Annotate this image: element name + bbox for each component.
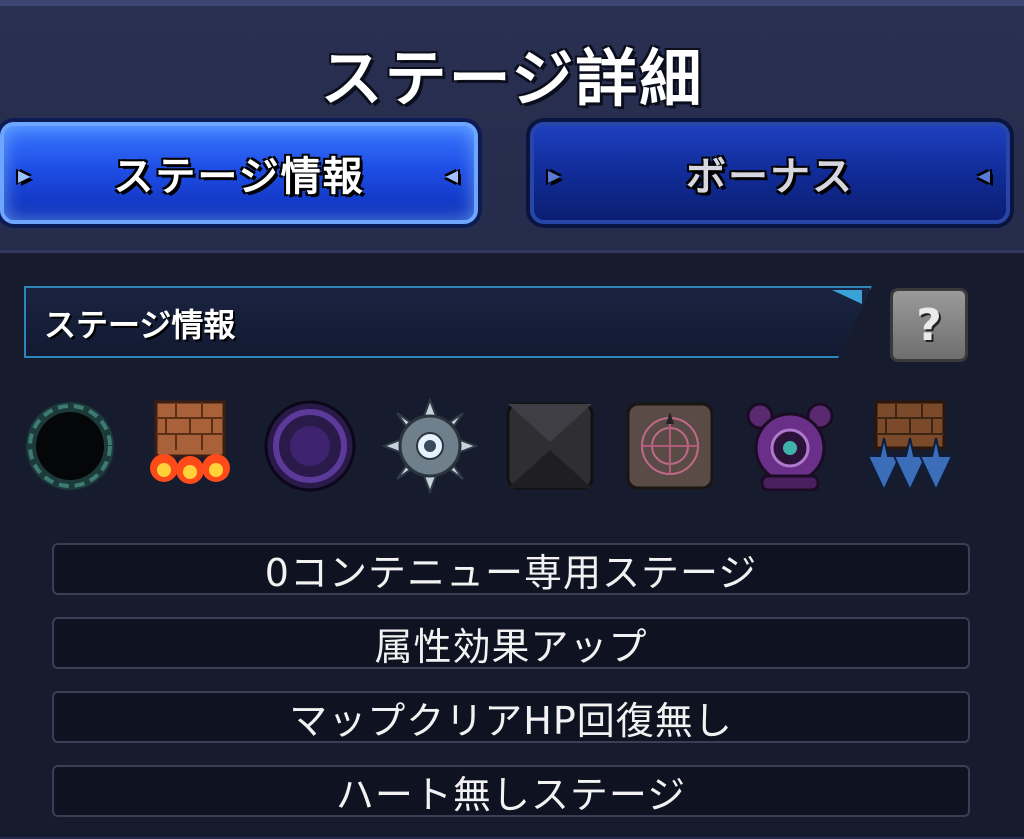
rule-row-no-heart: ハート無しステージ xyxy=(52,765,970,817)
header-corner-accent xyxy=(832,290,862,304)
magic-circle-panel-icon[interactable] xyxy=(622,398,718,494)
warp-vortex-icon[interactable] xyxy=(262,398,358,494)
tab-left-marker-icon: ▶ xyxy=(548,166,563,185)
rule-row-no-continue: 0コンテニュー専用ステージ xyxy=(52,543,970,595)
black-hole-icon[interactable] xyxy=(22,398,118,494)
tab-label: ボーナス xyxy=(686,154,854,200)
tab-left-marker-icon: ▶ xyxy=(18,166,33,185)
spiked-mine-icon[interactable] xyxy=(382,398,478,494)
stage-rule-list: 0コンテニュー専用ステージ 属性効果アップ マップクリアHP回復無し ハート無し… xyxy=(52,543,970,839)
damage-wall-down-arrows-icon[interactable] xyxy=(862,398,958,494)
tab-right-marker-icon: ◀ xyxy=(977,166,992,185)
rule-row-no-hp-recovery: マップクリアHP回復無し xyxy=(52,691,970,743)
gimmick-icon-row xyxy=(22,398,972,498)
shield-generator-icon[interactable] xyxy=(742,398,838,494)
question-mark-icon: ? xyxy=(916,299,942,351)
section-header-label: ステージ情報 xyxy=(44,306,236,344)
tab-bonus[interactable]: ▶ ボーナス ◀ xyxy=(530,122,1010,224)
tab-label: ステージ情報 xyxy=(113,154,365,200)
dark-block-icon[interactable] xyxy=(502,398,598,494)
tab-stage-info[interactable]: ▶ ステージ情報 ◀ xyxy=(0,122,478,224)
tab-right-marker-icon: ◀ xyxy=(445,166,460,185)
damage-wall-fire-icon[interactable] xyxy=(142,398,238,494)
help-button[interactable]: ? xyxy=(890,288,968,362)
page-title: ステージ詳細 xyxy=(320,42,704,115)
rule-row-element-boost: 属性効果アップ xyxy=(52,617,970,669)
